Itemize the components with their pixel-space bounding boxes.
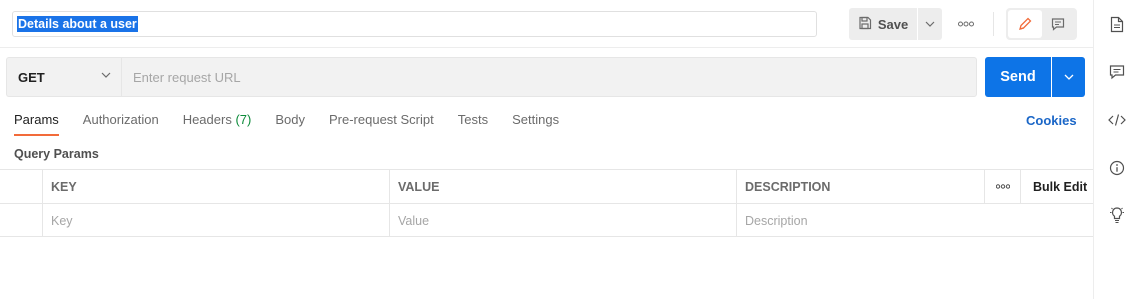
lightbulb-icon[interactable] xyxy=(1108,206,1126,224)
headers-count-badge: (7) xyxy=(235,112,252,127)
more-actions-button[interactable] xyxy=(953,14,979,34)
divider xyxy=(993,12,994,36)
tab-label: Headers xyxy=(182,112,232,127)
more-horizontal-icon xyxy=(996,184,1010,189)
comments-mode-button[interactable] xyxy=(1042,10,1076,38)
tab-label: Settings xyxy=(512,112,560,127)
right-sidebar xyxy=(1093,0,1136,299)
edit-mode-button[interactable] xyxy=(1008,10,1042,38)
tab-label: Pre-request Script xyxy=(328,112,434,127)
document-icon[interactable] xyxy=(1108,15,1126,33)
tab-label: Params xyxy=(14,112,59,127)
url-placeholder: Enter request URL xyxy=(133,69,241,85)
param-description-input[interactable]: Description xyxy=(736,204,985,237)
send-options-button[interactable] xyxy=(1052,57,1085,97)
tab-authorization[interactable]: Authorization xyxy=(83,112,159,136)
tab-tests[interactable]: Tests xyxy=(458,112,488,136)
tab-headers[interactable]: Headers (7) xyxy=(183,112,252,136)
request-name-input[interactable]: Details about a user xyxy=(12,11,817,37)
bulk-edit-button[interactable]: Bulk Edit xyxy=(1020,170,1093,203)
save-group: Save xyxy=(849,8,942,40)
column-header-description: DESCRIPTION xyxy=(736,170,985,203)
tab-params[interactable]: Params xyxy=(14,112,59,136)
param-value-input[interactable]: Value xyxy=(389,204,737,237)
tab-label: Body xyxy=(275,112,305,127)
column-options-button[interactable] xyxy=(984,170,1021,203)
save-icon xyxy=(858,16,872,33)
request-name-text[interactable]: Details about a user xyxy=(17,16,138,32)
tab-settings[interactable]: Settings xyxy=(512,112,559,136)
tab-body[interactable]: Body xyxy=(275,112,305,136)
send-button[interactable]: Send xyxy=(985,57,1051,97)
request-editor: Details about a user Save GET Enter requ… xyxy=(0,0,1093,299)
comment-icon xyxy=(1052,18,1065,31)
method-select[interactable]: GET xyxy=(6,57,121,97)
param-key-input[interactable]: Key xyxy=(42,204,390,237)
more-horizontal-icon xyxy=(958,21,974,27)
column-header-value: VALUE xyxy=(389,170,737,203)
query-params-table: KEY VALUE DESCRIPTION Bulk Edit Key Valu… xyxy=(0,169,1093,237)
code-icon[interactable] xyxy=(1108,111,1126,129)
cookies-link[interactable]: Cookies xyxy=(1026,113,1077,128)
chevron-down-icon xyxy=(1064,74,1073,80)
table-header-row: KEY VALUE DESCRIPTION Bulk Edit xyxy=(0,169,1093,203)
request-header: Details about a user Save xyxy=(0,0,1093,48)
method-label: GET xyxy=(18,69,45,85)
tab-label: Authorization xyxy=(82,112,159,127)
chevron-down-icon xyxy=(925,21,935,27)
query-params-title: Query Params xyxy=(14,147,99,161)
tab-pre-request-script[interactable]: Pre-request Script xyxy=(329,112,434,136)
table-row: Key Value Description xyxy=(0,203,1093,237)
request-tabs: Params Authorization Headers (7) Body Pr… xyxy=(14,112,583,138)
url-input[interactable]: Enter request URL xyxy=(121,57,977,97)
info-icon[interactable] xyxy=(1108,159,1126,177)
comment-icon[interactable] xyxy=(1108,63,1126,81)
mode-toggle xyxy=(1006,8,1077,40)
column-header-key: KEY xyxy=(42,170,390,203)
save-options-button[interactable] xyxy=(918,8,942,40)
save-button[interactable]: Save xyxy=(849,8,917,40)
save-label: Save xyxy=(877,16,909,32)
pencil-icon xyxy=(1018,17,1032,30)
chevron-down-icon xyxy=(101,72,111,78)
tab-label: Tests xyxy=(457,112,489,127)
send-group: Send xyxy=(985,57,1085,97)
